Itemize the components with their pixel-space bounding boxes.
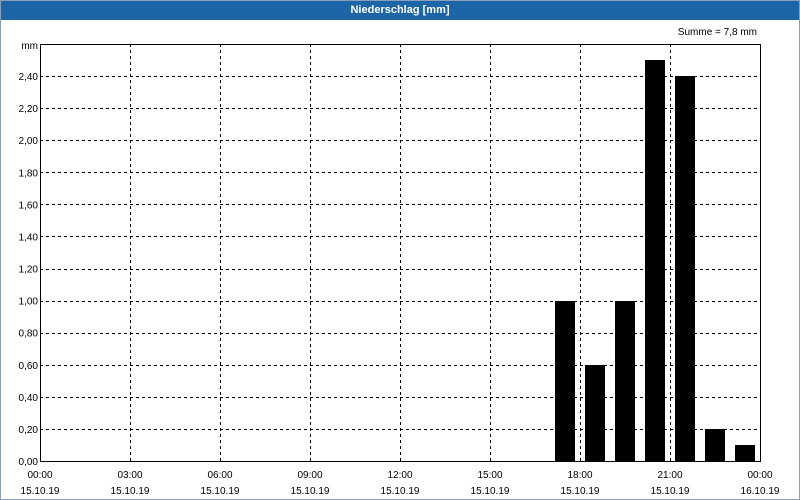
x-tick-time-label: 09:00 <box>297 470 322 481</box>
x-tick-date-label: 15.10.19 <box>291 486 330 497</box>
x-tick-date-label: 15.10.19 <box>381 486 420 497</box>
x-tick-date-label: 15.10.19 <box>561 486 600 497</box>
y-tick-label: 1,60 <box>19 200 39 211</box>
y-tick-label: 0,00 <box>19 457 39 468</box>
bar <box>705 429 725 461</box>
precipitation-chart: 0,00 0,20 0,40 0,60 0,80 1,00 1,20 1,40 1,60 1,80… <box>19 27 780 497</box>
x-tick-time-label: 18:00 <box>567 470 592 481</box>
y-axis-label: mm <box>21 41 38 52</box>
bar <box>645 60 665 461</box>
x-tick-time-label: 12:00 <box>387 470 412 481</box>
y-tick-label: 2,00 <box>19 136 39 147</box>
y-tick-label: 0,20 <box>19 425 39 436</box>
y-tick-label: 1,00 <box>19 297 39 308</box>
x-tick-time-label: 00:00 <box>747 470 772 481</box>
y-tick-label: 1,20 <box>19 265 39 276</box>
x-tick-date-label: 16.10.19 <box>741 486 780 497</box>
y-tick-label: 2,40 <box>19 72 39 83</box>
bar <box>675 76 695 461</box>
x-tick-time-label: 03:00 <box>117 470 142 481</box>
x-tick-date-label: 15.10.19 <box>111 486 150 497</box>
y-tick-label: 1,40 <box>19 232 39 243</box>
y-tick-label: 1,80 <box>19 168 39 179</box>
bar <box>615 301 635 461</box>
x-tick-time-label: 15:00 <box>477 470 502 481</box>
y-tick-label: 0,80 <box>19 329 39 340</box>
bar <box>585 365 605 461</box>
x-tick-time-label: 06:00 <box>207 470 232 481</box>
chart-window: Niederschlag [mm] 0,00 0,20 0,40 0,60 0,80 1,… <box>0 0 800 500</box>
y-tick-label: 2,20 <box>19 104 39 115</box>
x-tick-time-label: 00:00 <box>27 470 52 481</box>
sum-annotation: Summe = 7,8 mm <box>678 27 757 38</box>
x-tick-date-label: 15.10.19 <box>21 486 60 497</box>
y-tick-label: 0,40 <box>19 393 39 404</box>
x-tick-time-label: 21:00 <box>657 470 682 481</box>
x-tick-date-label: 15.10.19 <box>201 486 240 497</box>
x-tick-date-label: 15.10.19 <box>651 486 690 497</box>
x-tick-date-label: 15.10.19 <box>471 486 510 497</box>
y-tick-label: 0,60 <box>19 361 39 372</box>
bar <box>555 301 575 461</box>
bar <box>735 445 755 461</box>
